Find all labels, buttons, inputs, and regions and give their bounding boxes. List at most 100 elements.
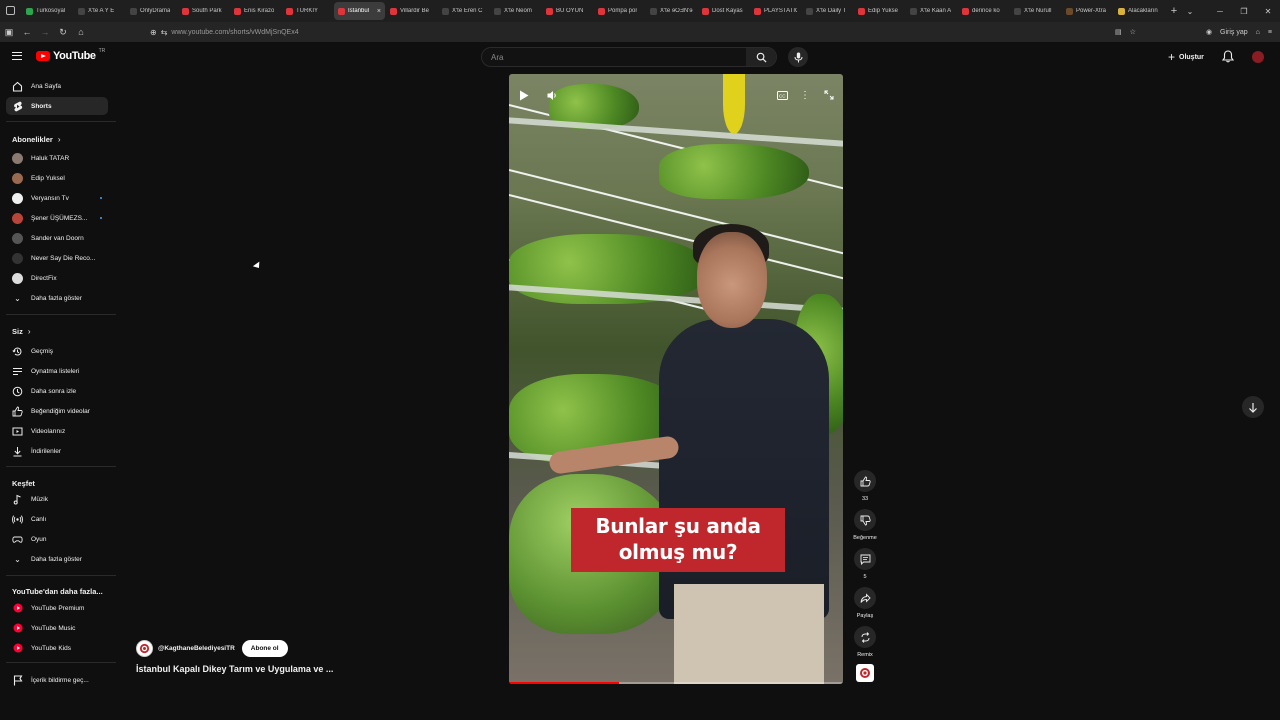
browser-tab[interactable]: İstanbul × xyxy=(334,2,385,20)
play-button[interactable] xyxy=(515,88,533,102)
browser-tab[interactable]: X'te A Y E xyxy=(74,2,125,20)
sidebar-subscription-item[interactable]: Never Say Die Reco... xyxy=(6,249,108,267)
create-button[interactable]: + Oluştur xyxy=(1168,50,1204,64)
sidebar-item-youtube-music[interactable]: YouTube Music xyxy=(6,619,108,637)
sidebar-item-gaming[interactable]: Oyun xyxy=(6,530,108,548)
comments-button[interactable] xyxy=(854,548,876,570)
sidebar-toggle-icon[interactable]: ▣ xyxy=(0,27,18,38)
mute-button[interactable] xyxy=(543,88,561,102)
show-more-subscriptions[interactable]: ⌄ Daha fazla göster xyxy=(6,289,108,307)
fullscreen-button[interactable] xyxy=(820,88,838,102)
sidebar-item-playlist[interactable]: Oynatma listeleri xyxy=(6,362,108,380)
sidebar-item-download[interactable]: İndirilenler xyxy=(6,442,108,460)
video-progress-bar[interactable] xyxy=(509,682,843,684)
shorts-video-player[interactable]: Bunlar şu anda olmuş mu? CC ⋮ xyxy=(509,74,843,684)
sidebar-item-like[interactable]: Beğendiğim videolar xyxy=(6,402,108,420)
dislike-button[interactable] xyxy=(854,509,876,531)
hamburger-menu-icon[interactable] xyxy=(12,52,22,60)
browser-menu-icon[interactable]: ≡ xyxy=(1268,29,1272,36)
sidebar-subscription-item[interactable]: Veryansın Tv xyxy=(6,189,108,207)
sidebar-item-live[interactable]: Canlı xyxy=(6,510,108,528)
search-box[interactable]: Ara xyxy=(481,47,777,67)
sidebar-item-video[interactable]: Videolarınız xyxy=(6,422,108,440)
share-action[interactable]: Paylaş xyxy=(852,587,878,619)
youtube-logo[interactable]: YouTube TR xyxy=(36,48,105,62)
browser-tab[interactable]: South Park xyxy=(178,2,229,20)
sidebar-item-music[interactable]: Müzik xyxy=(6,490,108,508)
browser-tab[interactable]: derince ko xyxy=(958,2,1009,20)
url-field[interactable]: ⊕ ⇆ www.youtube.com/shorts/vWdMjSnQEx4 xyxy=(150,28,299,37)
browser-tab[interactable]: X'te Daily T xyxy=(802,2,853,20)
sidebar-item-report[interactable]: İçerik bildirme geç... xyxy=(6,671,108,689)
reload-icon[interactable]: ↻ xyxy=(54,27,72,38)
browser-tab[interactable]: X'te Eren C xyxy=(438,2,489,20)
next-video-button[interactable] xyxy=(1242,396,1264,418)
you-heading[interactable]: Siz › xyxy=(12,327,31,336)
voice-search-button[interactable] xyxy=(788,47,808,67)
extensions-icon[interactable]: ⌂ xyxy=(1256,29,1260,36)
sidebar-item-youtube-premium[interactable]: YouTube Premium xyxy=(6,599,108,617)
sidebar-subscription-item[interactable]: Haluk TATAR xyxy=(6,149,108,167)
signin-label[interactable]: Giriş yap xyxy=(1220,29,1248,36)
favorite-star-icon[interactable]: ☆ xyxy=(1130,28,1136,36)
share-button[interactable] xyxy=(854,587,876,609)
browser-tab[interactable]: Power-Xtra xyxy=(1062,2,1113,20)
new-tab-button[interactable]: + xyxy=(1165,5,1183,17)
channel-thumbnail-action[interactable] xyxy=(852,664,878,682)
sidebar-item-home[interactable]: Ana Sayfa xyxy=(6,77,108,95)
back-icon[interactable]: ← xyxy=(18,27,36,37)
search-input[interactable]: Ara xyxy=(482,53,746,62)
home-nav-icon[interactable]: ⌂ xyxy=(72,27,90,37)
sidebar-subscription-item[interactable]: Sander van Doorn xyxy=(6,229,108,247)
show-more-explore[interactable]: ⌄ Daha fazla göster xyxy=(6,550,108,568)
browser-tab[interactable]: X'te Kaan A xyxy=(906,2,957,20)
tab-close-icon[interactable]: × xyxy=(377,8,381,15)
browser-tab[interactable]: X'te Neom xyxy=(490,2,541,20)
account-avatar[interactable] xyxy=(1252,51,1264,63)
sidebar-subscription-item[interactable]: DirectFix xyxy=(6,269,108,287)
sidebar-item-clock[interactable]: Daha sonra izle xyxy=(6,382,108,400)
restore-icon[interactable]: ❐ xyxy=(1232,7,1256,16)
browser-tab[interactable]: Edip Yukse xyxy=(854,2,905,20)
remix-button[interactable] xyxy=(854,626,876,648)
channel-thumbnail[interactable] xyxy=(856,664,874,682)
tab-search-icon[interactable]: ⌄ xyxy=(1183,7,1197,16)
browser-tab[interactable]: Dost Kayas xyxy=(698,2,749,20)
browser-tab[interactable]: X'te ɘOƎN'ɘ xyxy=(646,2,697,20)
sidebar-subscription-item[interactable]: Şener ÜŞÜMEZS... xyxy=(6,209,108,227)
more-options-button[interactable]: ⋮ xyxy=(796,88,814,102)
close-window-icon[interactable]: ✕ xyxy=(1256,7,1280,16)
browser-tab[interactable]: OnlyDrama xyxy=(126,2,177,20)
site-info-icon[interactable]: ⊕ xyxy=(150,28,157,37)
reader-icon[interactable]: ▤ xyxy=(1115,28,1122,36)
sidebar-item-shorts[interactable]: Shorts xyxy=(6,97,108,115)
search-button[interactable] xyxy=(746,48,776,66)
like-button[interactable] xyxy=(854,470,876,492)
profile-icon[interactable]: ◉ xyxy=(1206,28,1212,36)
subscriptions-heading[interactable]: Abonelikler › xyxy=(12,135,61,144)
comments-action[interactable]: 5 xyxy=(852,548,878,580)
video-title[interactable]: İstanbul Kapalı Dikey Tarım ve Uygulama … xyxy=(136,664,333,674)
url-text[interactable]: www.youtube.com/shorts/vWdMjSnQEx4 xyxy=(171,29,298,36)
browser-tab[interactable]: Enis Kirazo xyxy=(230,2,281,20)
notifications-button[interactable] xyxy=(1221,50,1235,68)
browser-tab[interactable]: Pompa por xyxy=(594,2,645,20)
browser-tab[interactable]: BU OYUN xyxy=(542,2,593,20)
tracking-icon[interactable]: ⇆ xyxy=(161,28,168,37)
dislike-action[interactable]: Beğenme xyxy=(852,509,878,541)
sidebar-item-history[interactable]: Geçmiş xyxy=(6,342,108,360)
channel-avatar[interactable] xyxy=(136,640,153,657)
like-action[interactable]: 33 xyxy=(852,470,878,502)
captions-button[interactable]: CC xyxy=(773,88,791,102)
channel-handle[interactable]: @KagthaneBelediyesiTR xyxy=(158,645,235,652)
browser-tab[interactable]: TÜRKİY xyxy=(282,2,333,20)
browser-tab[interactable]: Alacakların xyxy=(1114,2,1165,20)
browser-tab[interactable]: PLAYSTATIO xyxy=(750,2,801,20)
tab-actions-icon[interactable] xyxy=(6,6,15,15)
subscribe-button[interactable]: Abone ol xyxy=(241,640,288,657)
minimize-icon[interactable]: ─ xyxy=(1208,7,1232,16)
browser-tab[interactable]: Turkosoyal xyxy=(22,2,73,20)
sidebar-subscription-item[interactable]: Edip Yuksel xyxy=(6,169,108,187)
browser-tab[interactable]: Villardir Be xyxy=(386,2,437,20)
forward-icon[interactable]: → xyxy=(36,27,54,37)
